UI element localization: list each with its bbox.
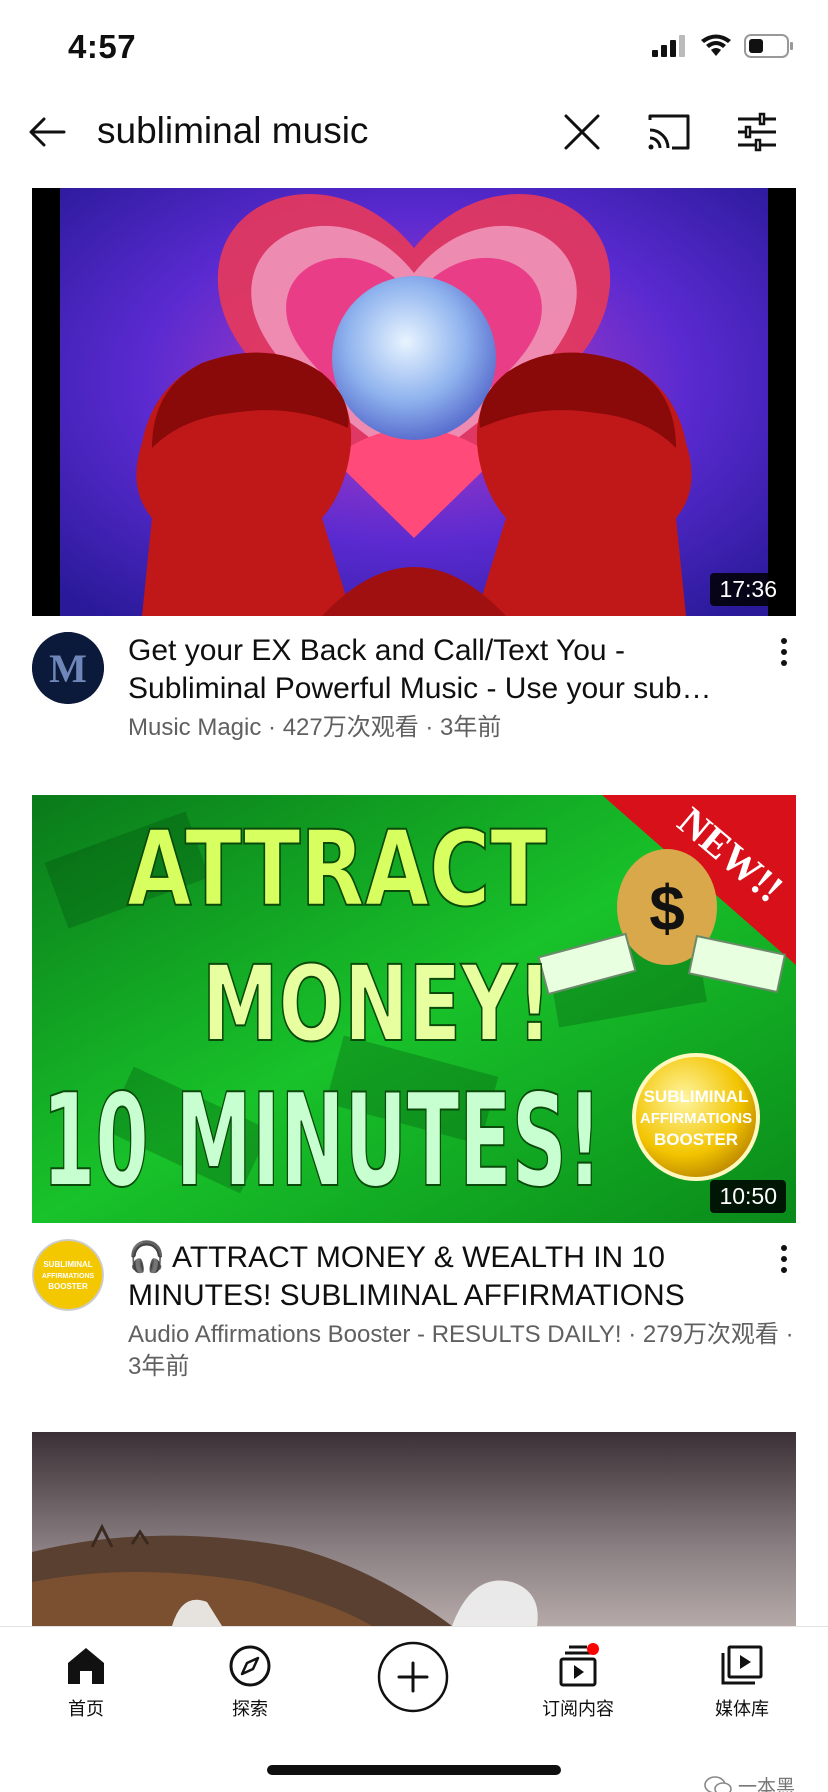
status-icons bbox=[652, 34, 794, 58]
nav-library-label: 媒体库 bbox=[715, 1699, 769, 1720]
heart-silhouettes-thumbnail-image bbox=[32, 188, 796, 616]
video-title[interactable]: Get your EX Back and Call/Text You - Sub… bbox=[128, 632, 738, 708]
battery-icon bbox=[744, 34, 793, 58]
thumb-line-attract: ATTRACT bbox=[127, 808, 547, 930]
thumb-line-minutes: 10 MINUTES! bbox=[42, 1067, 602, 1216]
video-meta-row: SUBLIMINAL AFFIRMATIONS BOOSTER 🎧 ATTRAC… bbox=[32, 1223, 796, 1423]
wechat-icon bbox=[704, 1775, 732, 1792]
back-arrow-icon[interactable] bbox=[26, 110, 70, 154]
badge-line-3: BOOSTER bbox=[654, 1130, 738, 1149]
avatar-text-2: AFFIRMATIONS bbox=[42, 1273, 95, 1280]
thumb-line-money: MONEY! bbox=[202, 943, 552, 1065]
video-title[interactable]: 🎧 ATTRACT MONEY & WEALTH IN 10 MINUTES! … bbox=[128, 1239, 738, 1315]
nav-explore[interactable]: 探索 bbox=[190, 1643, 310, 1721]
home-icon bbox=[68, 1648, 104, 1684]
nav-subscriptions[interactable]: 订阅内容 bbox=[518, 1643, 638, 1721]
avatar-text-1: SUBLIMINAL bbox=[43, 1260, 92, 1269]
search-bar: subliminal music bbox=[0, 96, 828, 172]
video-thumbnail[interactable]: NEW!! $ SUBLIMINAL AFFIRMATIONS BOOSTER … bbox=[32, 795, 796, 1223]
nav-home[interactable]: 首页 bbox=[26, 1643, 146, 1721]
compass-icon bbox=[229, 1645, 271, 1687]
video-thumbnail[interactable]: 17:36 bbox=[32, 188, 796, 616]
channel-avatar[interactable]: SUBLIMINAL AFFIRMATIONS BOOSTER bbox=[32, 1239, 104, 1311]
video-thumbnail[interactable] bbox=[32, 1432, 796, 1626]
svg-text:$: $ bbox=[649, 872, 685, 944]
nav-subscriptions-label: 订阅内容 bbox=[542, 1699, 614, 1720]
channel-avatar-image: M bbox=[32, 632, 104, 704]
video-duration: 10:50 bbox=[710, 1180, 786, 1213]
badge-line-2: AFFIRMATIONS bbox=[640, 1110, 752, 1127]
watermark-text: 一本黑 bbox=[738, 1776, 796, 1792]
channel-avatar-image: SUBLIMINAL AFFIRMATIONS BOOSTER bbox=[32, 1239, 104, 1311]
notification-dot-icon bbox=[587, 1643, 599, 1655]
badge-line-1: SUBLIMINAL bbox=[644, 1087, 749, 1106]
more-options-icon[interactable] bbox=[772, 1243, 796, 1275]
video-card[interactable]: 17:36 M Get your EX Back and Call/Text Y… bbox=[32, 188, 796, 766]
video-card[interactable] bbox=[32, 1432, 796, 1626]
more-options-icon[interactable] bbox=[772, 636, 796, 668]
library-icon bbox=[721, 1645, 763, 1685]
clear-search-icon[interactable] bbox=[560, 110, 604, 154]
cellular-signal-icon bbox=[652, 35, 685, 57]
status-bar: 4:57 bbox=[0, 0, 828, 96]
landscape-thumbnail-image bbox=[32, 1432, 796, 1626]
attract-money-thumbnail-image: NEW!! $ SUBLIMINAL AFFIRMATIONS BOOSTER … bbox=[32, 795, 796, 1223]
watermark: 一本黑 bbox=[704, 1772, 795, 1792]
wifi-icon bbox=[701, 34, 731, 56]
video-meta: Music Magic · 427万次观看 · 3年前 bbox=[128, 714, 502, 741]
cast-icon[interactable] bbox=[646, 110, 692, 154]
channel-avatar[interactable]: M bbox=[32, 632, 104, 704]
subscriptions-icon bbox=[559, 1643, 599, 1687]
avatar-letter: M bbox=[49, 646, 87, 691]
nav-explore-label: 探索 bbox=[232, 1699, 268, 1720]
video-duration: 17:36 bbox=[710, 573, 786, 606]
filter-icon[interactable] bbox=[734, 110, 780, 154]
nav-home-label: 首页 bbox=[68, 1699, 104, 1720]
video-meta-row: M Get your EX Back and Call/Text You - S… bbox=[32, 616, 796, 766]
home-indicator bbox=[267, 1765, 561, 1775]
nav-library[interactable]: 媒体库 bbox=[682, 1643, 802, 1721]
avatar-text-3: BOOSTER bbox=[48, 1282, 88, 1291]
search-input[interactable]: subliminal music bbox=[97, 108, 368, 154]
create-plus-icon[interactable] bbox=[377, 1641, 449, 1713]
video-card[interactable]: NEW!! $ SUBLIMINAL AFFIRMATIONS BOOSTER … bbox=[32, 795, 796, 1423]
status-time: 4:57 bbox=[68, 28, 137, 65]
video-meta: Audio Affirmations Booster - RESULTS DAI… bbox=[128, 1321, 794, 1380]
